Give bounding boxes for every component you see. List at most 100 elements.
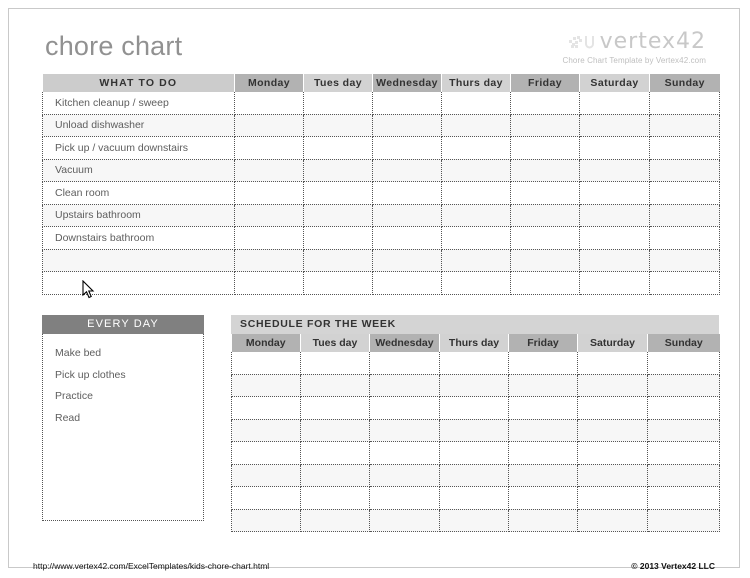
chore-cell-friday[interactable] xyxy=(510,181,580,205)
list-item[interactable]: Practice xyxy=(55,386,203,408)
table-row[interactable] xyxy=(231,396,720,420)
schedule-cell-friday[interactable] xyxy=(508,419,578,442)
schedule-cell-thursday[interactable] xyxy=(439,374,509,397)
schedule-cell-wednesday[interactable] xyxy=(369,352,440,375)
table-row[interactable]: Kitchen cleanup / sweep xyxy=(42,92,720,115)
schedule-cell-sunday[interactable] xyxy=(647,374,720,397)
table-row[interactable]: Clean room xyxy=(42,181,720,205)
chore-cell-tuesday[interactable] xyxy=(303,136,373,160)
schedule-cell-saturday[interactable] xyxy=(577,374,648,397)
schedule-cell-friday[interactable] xyxy=(508,486,578,510)
chore-cell-saturday[interactable] xyxy=(579,226,650,250)
chore-cell-tuesday[interactable] xyxy=(303,159,373,182)
schedule-cell-saturday[interactable] xyxy=(577,352,648,375)
table-row[interactable] xyxy=(231,509,720,532)
schedule-cell-thursday[interactable] xyxy=(439,441,509,465)
chore-cell-thursday[interactable] xyxy=(441,114,511,137)
chore-cell-friday[interactable] xyxy=(510,249,580,272)
chore-task-label[interactable] xyxy=(42,271,235,295)
schedule-cell-monday[interactable] xyxy=(231,486,301,510)
schedule-cell-monday[interactable] xyxy=(231,374,301,397)
chore-task-label[interactable]: Downstairs bathroom xyxy=(42,226,235,250)
schedule-cell-tuesday[interactable] xyxy=(300,419,370,442)
schedule-cell-tuesday[interactable] xyxy=(300,396,370,420)
schedule-cell-monday[interactable] xyxy=(231,509,301,532)
chore-cell-sunday[interactable] xyxy=(649,181,720,205)
schedule-cell-monday[interactable] xyxy=(231,419,301,442)
schedule-cell-monday[interactable] xyxy=(231,441,301,465)
table-row[interactable]: Pick up / vacuum downstairs xyxy=(42,136,720,160)
chore-cell-saturday[interactable] xyxy=(579,159,650,182)
list-item[interactable]: Read xyxy=(55,408,203,430)
schedule-cell-monday[interactable] xyxy=(231,352,301,375)
table-row[interactable] xyxy=(231,486,720,510)
chore-cell-sunday[interactable] xyxy=(649,136,720,160)
everyday-list[interactable]: Make bed Pick up clothes Practice Read xyxy=(42,334,204,521)
chore-cell-saturday[interactable] xyxy=(579,249,650,272)
chore-cell-tuesday[interactable] xyxy=(303,204,373,227)
chore-cell-thursday[interactable] xyxy=(441,249,511,272)
chore-cell-monday[interactable] xyxy=(234,136,304,160)
table-row[interactable] xyxy=(231,441,720,465)
schedule-cell-tuesday[interactable] xyxy=(300,441,370,465)
schedule-cell-tuesday[interactable] xyxy=(300,486,370,510)
chore-task-label[interactable]: Vacuum xyxy=(42,159,235,182)
schedule-cell-friday[interactable] xyxy=(508,352,578,375)
list-item[interactable]: Pick up clothes xyxy=(55,365,203,387)
schedule-cell-sunday[interactable] xyxy=(647,464,720,487)
schedule-cell-thursday[interactable] xyxy=(439,486,509,510)
table-row[interactable] xyxy=(42,249,720,272)
schedule-cell-wednesday[interactable] xyxy=(369,419,440,442)
list-item[interactable]: Make bed xyxy=(55,343,203,365)
chore-cell-monday[interactable] xyxy=(234,159,304,182)
schedule-cell-friday[interactable] xyxy=(508,509,578,532)
schedule-cell-saturday[interactable] xyxy=(577,486,648,510)
schedule-cell-wednesday[interactable] xyxy=(369,396,440,420)
chore-cell-wednesday[interactable] xyxy=(372,136,442,160)
chore-cell-friday[interactable] xyxy=(510,226,580,250)
schedule-cell-sunday[interactable] xyxy=(647,486,720,510)
chore-cell-sunday[interactable] xyxy=(649,159,720,182)
schedule-cell-sunday[interactable] xyxy=(647,396,720,420)
chore-cell-friday[interactable] xyxy=(510,114,580,137)
schedule-cell-wednesday[interactable] xyxy=(369,441,440,465)
chore-cell-thursday[interactable] xyxy=(441,271,511,295)
schedule-cell-friday[interactable] xyxy=(508,464,578,487)
chore-cell-tuesday[interactable] xyxy=(303,226,373,250)
table-row[interactable]: Vacuum xyxy=(42,159,720,182)
table-row[interactable] xyxy=(42,271,720,295)
chore-cell-thursday[interactable] xyxy=(441,204,511,227)
schedule-cell-tuesday[interactable] xyxy=(300,374,370,397)
schedule-cell-wednesday[interactable] xyxy=(369,464,440,487)
schedule-cell-sunday[interactable] xyxy=(647,352,720,375)
table-row[interactable]: Downstairs bathroom xyxy=(42,226,720,250)
chore-cell-wednesday[interactable] xyxy=(372,114,442,137)
schedule-cell-monday[interactable] xyxy=(231,396,301,420)
schedule-cell-friday[interactable] xyxy=(508,441,578,465)
chore-task-label[interactable] xyxy=(42,249,235,272)
chore-cell-wednesday[interactable] xyxy=(372,271,442,295)
chore-cell-tuesday[interactable] xyxy=(303,181,373,205)
chore-cell-friday[interactable] xyxy=(510,136,580,160)
chore-cell-sunday[interactable] xyxy=(649,204,720,227)
chore-cell-saturday[interactable] xyxy=(579,92,650,115)
schedule-cell-tuesday[interactable] xyxy=(300,352,370,375)
chore-cell-saturday[interactable] xyxy=(579,204,650,227)
schedule-cell-tuesday[interactable] xyxy=(300,509,370,532)
table-row[interactable]: Unload dishwasher xyxy=(42,114,720,137)
chore-cell-friday[interactable] xyxy=(510,204,580,227)
schedule-cell-thursday[interactable] xyxy=(439,419,509,442)
schedule-cell-saturday[interactable] xyxy=(577,464,648,487)
chore-cell-wednesday[interactable] xyxy=(372,92,442,115)
table-row[interactable] xyxy=(231,374,720,397)
table-row[interactable]: Upstairs bathroom xyxy=(42,204,720,227)
chore-cell-monday[interactable] xyxy=(234,271,304,295)
chore-cell-monday[interactable] xyxy=(234,226,304,250)
chore-task-label[interactable]: Pick up / vacuum downstairs xyxy=(42,136,235,160)
chore-cell-monday[interactable] xyxy=(234,114,304,137)
schedule-cell-sunday[interactable] xyxy=(647,441,720,465)
chore-cell-monday[interactable] xyxy=(234,249,304,272)
chore-cell-thursday[interactable] xyxy=(441,136,511,160)
chore-task-label[interactable]: Unload dishwasher xyxy=(42,114,235,137)
chore-task-label[interactable]: Clean room xyxy=(42,181,235,205)
